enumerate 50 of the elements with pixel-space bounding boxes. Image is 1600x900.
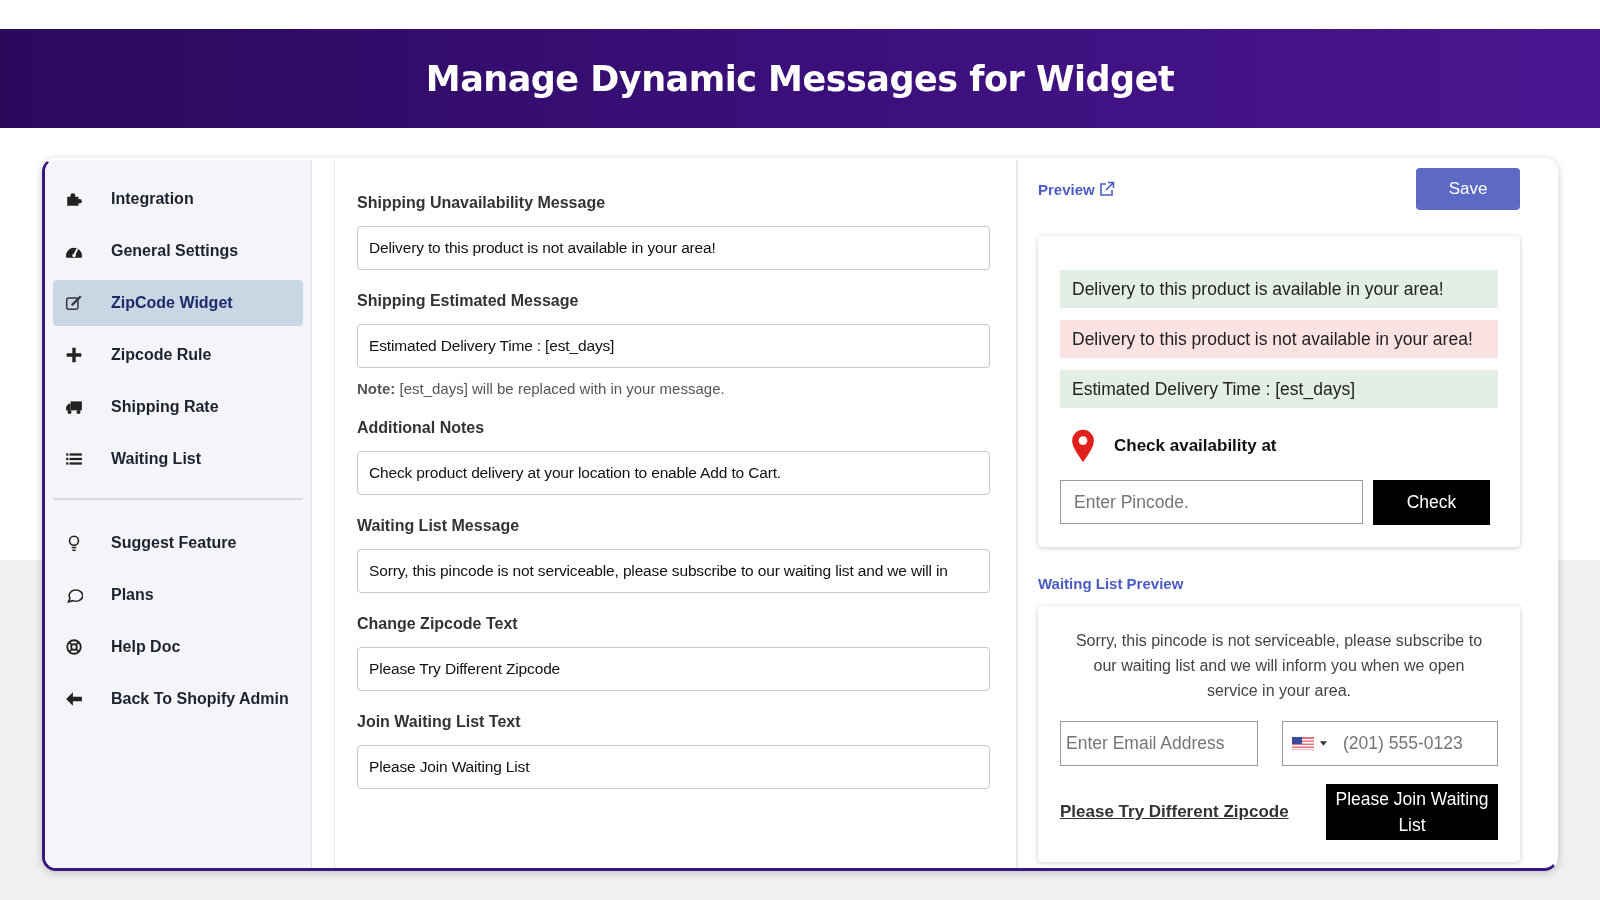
puzzle-icon xyxy=(65,190,83,208)
sidebar-item[interactable]: Zipcode Rule xyxy=(53,332,303,378)
preview-message: Delivery to this product is available in your area! xyxy=(1060,270,1498,308)
edit-icon xyxy=(65,294,83,312)
sidebar-item[interactable]: Integration xyxy=(53,176,303,222)
location-pin-icon xyxy=(1070,428,1096,464)
sidebar-item[interactable]: Back To Shopify Admin xyxy=(53,676,303,722)
input-field[interactable]: Estimated Delivery Time : [est_days] xyxy=(357,324,990,368)
pincode-field[interactable]: Enter Pincode. xyxy=(1060,480,1363,524)
speech-bubble-icon xyxy=(65,586,83,604)
field-label: Waiting List Message xyxy=(357,517,521,535)
sidebar-item[interactable]: Waiting List xyxy=(53,436,303,482)
flag-icon xyxy=(1292,737,1314,750)
sidebar-item[interactable]: Help Doc xyxy=(53,624,303,670)
sidebar-item[interactable]: Plans xyxy=(53,572,303,618)
list-icon xyxy=(65,450,83,468)
change-zipcode-link[interactable]: Please Try Different Zipcode xyxy=(1060,802,1289,822)
input-field[interactable]: Check product delivery at your location to enable Add to Cart. xyxy=(357,451,990,495)
input-field[interactable]: Please Try Different Zipcode xyxy=(357,647,990,691)
sidebar-item[interactable]: General Settings xyxy=(53,228,303,274)
input-field[interactable]: Sorry, this pincode is not serviceable, please subscribe to our waiting list and we will in xyxy=(357,549,990,593)
preview-message: Delivery to this product is not available in your area! xyxy=(1060,320,1498,358)
field-note: Note: [est_days] will be replaced with in your message. xyxy=(357,380,726,397)
waiting-list-message: Sorry, this pincode is not serviceable, please subscribe to our waiting list and we will inform you when we open service in your area. xyxy=(1074,631,1484,701)
waiting-list-preview-title: Waiting List Preview xyxy=(1038,575,1185,592)
phone-field[interactable]: (201) 555-0123 xyxy=(1282,721,1498,766)
caret-icon xyxy=(1320,741,1327,746)
field-label: Shipping Estimated Message xyxy=(357,292,580,310)
external-link-icon xyxy=(1098,181,1115,197)
check-button[interactable]: Check xyxy=(1373,480,1490,525)
preview-message: Estimated Delivery Time : [est_days] xyxy=(1060,370,1498,408)
join-waiting-list-button[interactable]: Please Join Waiting List xyxy=(1326,784,1498,840)
lifebuoy-icon xyxy=(65,638,83,656)
sidebar-item[interactable]: Shipping Rate xyxy=(53,384,303,430)
page-title: Manage Dynamic Messages for Widget xyxy=(425,58,1175,99)
field-label: Change Zipcode Text xyxy=(357,615,519,633)
field-label: Join Waiting List Text xyxy=(357,713,522,731)
arrow-left-icon xyxy=(65,690,83,708)
sidebar-item[interactable]: Suggest Feature xyxy=(53,520,303,566)
field-label: Shipping Unavailability Message xyxy=(357,194,607,212)
check-availability-label: Check availability at xyxy=(1114,436,1277,456)
save-button[interactable]: Save xyxy=(1416,168,1520,210)
truck-icon xyxy=(65,398,83,416)
field-label: Additional Notes xyxy=(357,419,486,437)
preview-link[interactable]: Preview xyxy=(1038,180,1115,198)
input-field[interactable]: Delivery to this product is not available in your area! xyxy=(357,226,990,270)
plus-icon xyxy=(65,346,83,364)
email-field[interactable]: Enter Email Address xyxy=(1060,721,1258,766)
sidebar-item[interactable]: ZipCode Widget xyxy=(53,280,303,326)
input-field[interactable]: Please Join Waiting List xyxy=(357,745,990,789)
